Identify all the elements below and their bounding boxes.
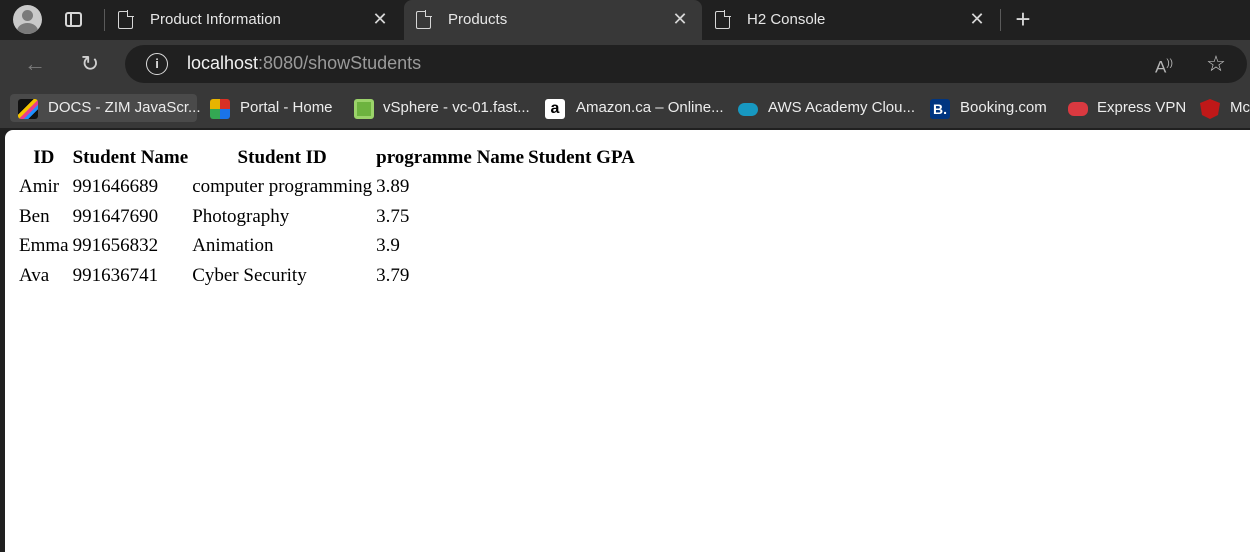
table-cell: computer programming [192,176,373,198]
bookmark-booking[interactable]: B. Booking.com [930,94,1055,122]
table-cell: 3.79 [376,264,410,286]
url-host: localhost [187,53,259,73]
table-cell [527,262,636,290]
expressvpn-icon [1068,102,1088,116]
table-header-row: ID Student Name Student ID programme Nam… [18,144,636,172]
url-text[interactable]: localhost:8080/showStudents [187,53,421,74]
table-row: Ava 991636741 Cyber Security 3.79 [18,262,636,290]
bookmark-amazon[interactable]: a Amazon.ca – Online... [545,94,725,122]
toolbar: ← ↻ i localhost:8080/showStudents A)) ☆ [0,40,1250,88]
students-table: ID Student Name Student ID programme Nam… [16,142,638,292]
bookmark-label: Express VPN [1097,99,1187,116]
bookmark-label: DOCS - ZIM JavaScr... [48,99,201,116]
page-content: ID Student Name Student ID programme Nam… [5,130,1250,552]
column-header: programme Name [376,146,525,168]
table-cell: Ben [19,205,50,227]
refresh-icon[interactable]: ↻ [76,50,104,78]
bookmark-zim-docs[interactable]: DOCS - ZIM JavaScr... [10,94,201,122]
bookmark-mcafee[interactable]: Mc [1200,94,1250,122]
table-cell: 3.75 [376,205,410,227]
portal-icon [210,99,230,119]
table-cell: 991647690 [72,205,159,227]
bookmark-label: AWS Academy Clou... [768,99,915,116]
page-icon [118,10,134,29]
table-cell [527,203,636,231]
bookmark-express-vpn[interactable]: Express VPN [1068,94,1188,122]
bookmark-aws-academy[interactable]: AWS Academy Clou... [738,94,918,122]
divider [1000,9,1001,31]
tab-label: H2 Console [747,11,826,28]
table-cell: 991656832 [72,235,159,257]
tab-products[interactable]: Products ✕ [404,0,702,40]
table-cell: 3.89 [376,176,410,198]
zim-icon [18,99,38,119]
bookmark-portal-home[interactable]: Portal - Home [210,94,340,122]
bookmark-label: Portal - Home [240,99,333,116]
amazon-icon: a [545,99,565,119]
cloud-icon [738,103,758,116]
table-cell: 3.9 [376,235,400,257]
table-row: Ben 991647690 Photography 3.75 [18,203,636,231]
table-row: Emma 991656832 Animation 3.9 [18,233,636,261]
tab-label: Products [448,11,508,28]
new-tab-plus-icon[interactable]: + [1011,6,1035,32]
tab-strip: Product Information ✕ Products ✕ H2 Cons… [0,0,1250,40]
table-cell: Emma [19,235,69,257]
bookmark-label: Amazon.ca – Online... [576,99,724,116]
close-tab-icon[interactable]: ✕ [670,9,690,29]
table-cell: Ava [19,264,50,286]
column-header: ID [33,146,55,168]
table-cell: Photography [192,205,290,227]
url-path: :8080/showStudents [258,53,422,73]
back-arrow-icon[interactable]: ← [21,50,49,78]
mcafee-icon [1200,99,1220,119]
table-cell [527,233,636,261]
table-cell [527,174,636,202]
table-row: Amir 991646689 computer programming 3.89 [18,174,636,202]
site-info-icon[interactable]: i [146,53,168,75]
close-tab-icon[interactable]: ✕ [370,9,390,29]
table-cell: 991636741 [72,264,159,286]
vsphere-icon [354,99,374,119]
tab-product-information[interactable]: Product Information ✕ [106,0,402,40]
table-cell: Cyber Security [192,264,307,286]
address-bar[interactable]: i localhost:8080/showStudents A)) ☆ [125,45,1247,83]
favorite-star-icon[interactable]: ☆ [1204,52,1228,76]
bookmark-label: vSphere - vc-01.fast... [383,99,530,116]
column-header: Student GPA [528,146,635,168]
bookmark-vsphere[interactable]: vSphere - vc-01.fast... [354,94,534,122]
page-icon [416,10,432,29]
table-cell: Animation [192,235,274,257]
bookmark-label: Booking.com [960,99,1047,116]
booking-icon: B. [930,99,950,119]
table-cell: Amir [19,176,60,198]
tab-label: Product Information [150,11,281,28]
close-tab-icon[interactable]: ✕ [967,9,987,29]
tab-actions-icon[interactable] [64,10,84,30]
profile-avatar-icon[interactable] [13,5,42,34]
column-header: Student ID [237,146,327,168]
column-header: Student Name [72,146,189,168]
read-aloud-icon[interactable]: A)) [1155,53,1179,77]
bookmarks-bar: DOCS - ZIM JavaScr... Portal - Home vSph… [0,88,1250,128]
table-cell: 991646689 [72,176,159,198]
bookmark-label: Mc [1230,99,1250,116]
page-icon [715,10,731,29]
tab-h2-console[interactable]: H2 Console ✕ [703,0,999,40]
divider [104,9,105,31]
